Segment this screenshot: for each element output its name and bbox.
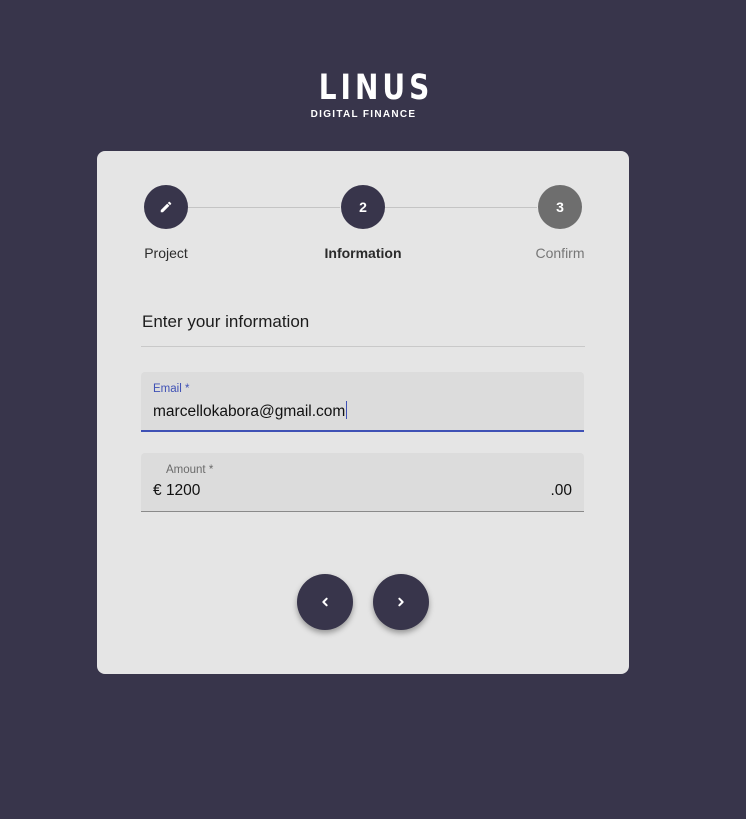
- email-input-value: marcellokabora@gmail.com: [153, 403, 346, 420]
- step-1-label[interactable]: Project: [144, 245, 188, 261]
- email-field[interactable]: Email * marcellokabora@gmail.com: [141, 372, 584, 432]
- amount-input[interactable]: € 1200: [153, 482, 200, 500]
- page: LINUS DIGITAL FINANCE Project 2 Informat…: [0, 0, 746, 819]
- chevron-left-icon: [322, 597, 328, 607]
- back-button[interactable]: [297, 574, 353, 630]
- email-input[interactable]: marcellokabora@gmail.com: [153, 401, 348, 421]
- form-card: Project 2 Information 3 Confirm Enter yo…: [97, 151, 629, 674]
- amount-suffix: .00: [550, 482, 572, 499]
- text-caret: [346, 401, 348, 419]
- pencil-icon: [160, 201, 172, 213]
- amount-input-value: 1200: [165, 482, 201, 499]
- step-3-circle[interactable]: 3: [538, 185, 582, 229]
- next-button[interactable]: [373, 574, 429, 630]
- section-title: Enter your information: [142, 312, 310, 331]
- step-1-circle[interactable]: [144, 185, 188, 229]
- email-field-label: Email *: [153, 383, 190, 395]
- stepper-connector-2: [384, 207, 537, 208]
- logo-wordmark: LINUS: [318, 68, 434, 108]
- stepper-connector-1: [188, 207, 340, 208]
- currency-prefix: €: [153, 482, 162, 499]
- linus-logo: LINUS DIGITAL FINANCE: [303, 68, 434, 121]
- amount-field[interactable]: Amount * € 1200 .00: [141, 453, 584, 512]
- step-3-label[interactable]: Confirm: [535, 245, 584, 261]
- step-2-circle[interactable]: 2: [341, 185, 385, 229]
- chevron-right-icon: [398, 597, 404, 607]
- logo-tagline: DIGITAL FINANCE: [310, 109, 417, 120]
- step-2-label[interactable]: Information: [325, 245, 402, 261]
- amount-field-label: Amount *: [166, 464, 214, 476]
- section-divider: [141, 346, 585, 347]
